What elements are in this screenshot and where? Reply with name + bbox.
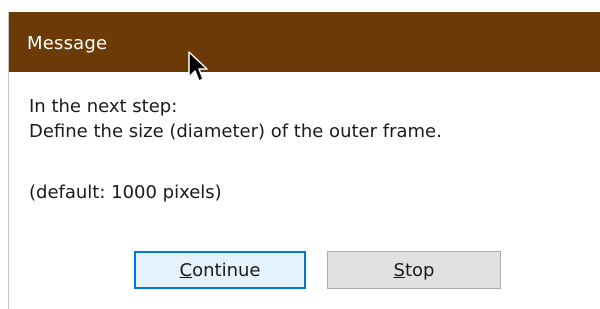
screen: Message In the next step: Define the siz… [0, 0, 600, 309]
continue-button[interactable]: Continue [134, 251, 306, 289]
message-line-next-step: In the next step: [29, 96, 178, 117]
stop-button-mnemonic: S [393, 259, 405, 281]
continue-button-mnemonic: C [179, 259, 193, 281]
stop-button[interactable]: Stop [327, 251, 501, 289]
message-line-define-size: Define the size (diameter) of the outer … [29, 121, 442, 142]
mouse-pointer-icon [188, 51, 208, 82]
continue-button-label: ontinue [192, 259, 261, 281]
dialog-titlebar[interactable]: Message [9, 12, 600, 72]
message-dialog: Message In the next step: Define the siz… [8, 12, 600, 309]
message-line-default: (default: 1000 pixels) [29, 182, 222, 203]
dialog-title: Message [27, 33, 108, 54]
stop-button-label: top [404, 259, 435, 281]
